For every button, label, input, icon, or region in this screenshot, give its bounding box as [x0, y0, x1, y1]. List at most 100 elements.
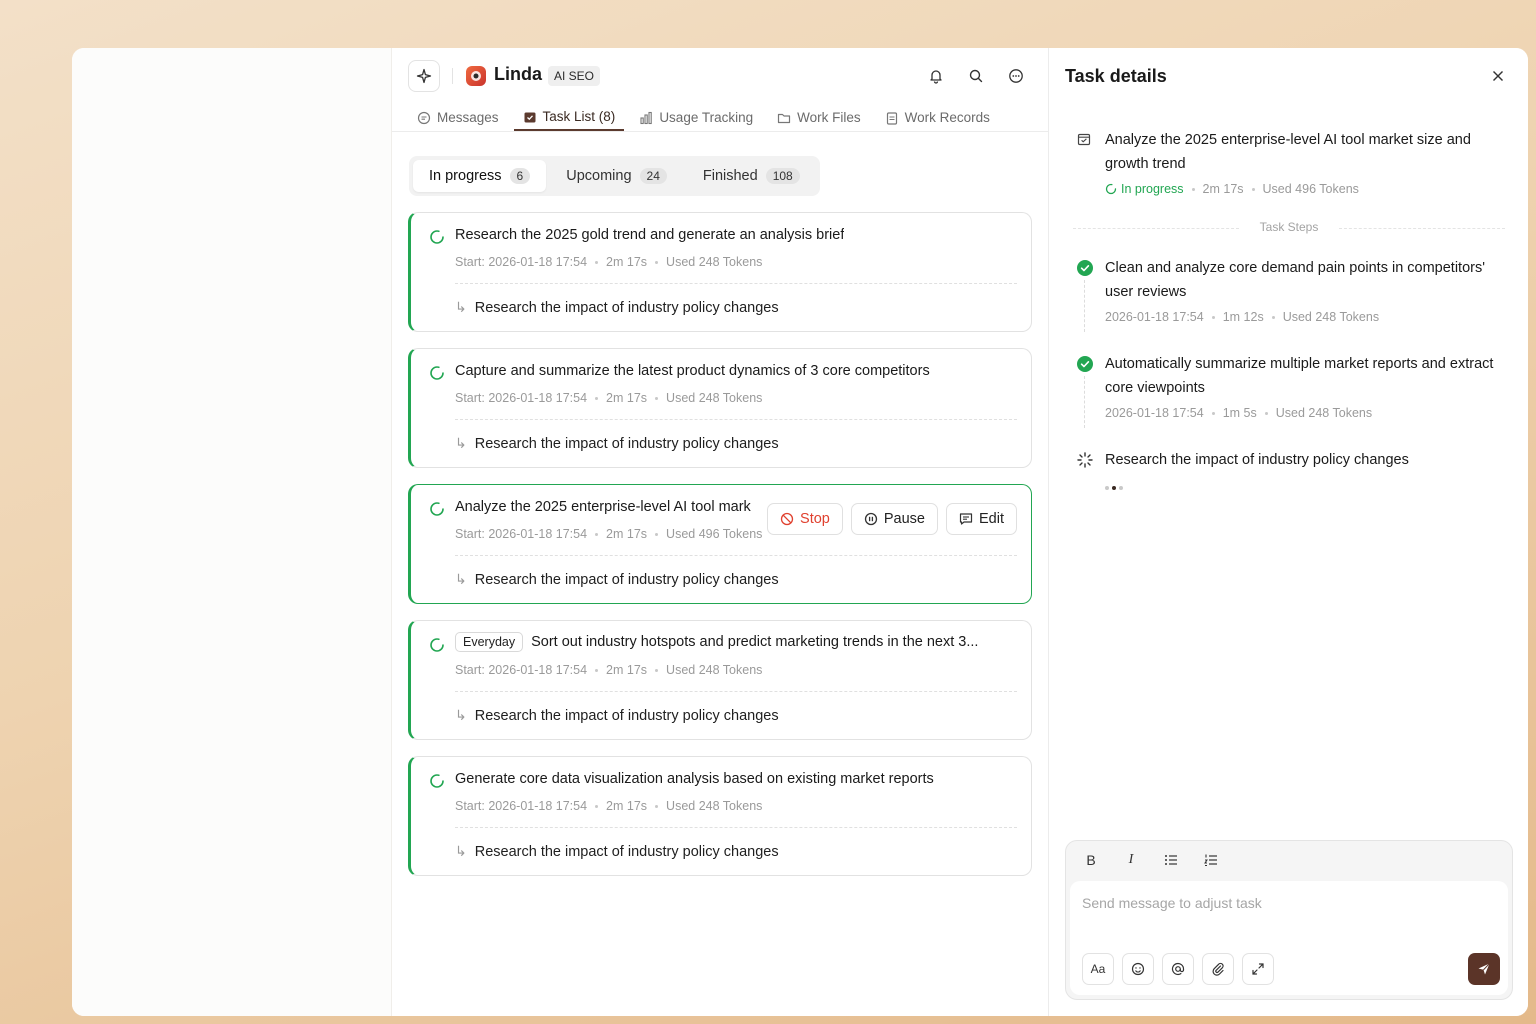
italic-button[interactable]: I — [1122, 851, 1140, 869]
edit-icon — [959, 513, 973, 525]
filter-in-progress[interactable]: In progress 6 — [413, 160, 547, 192]
task-substep-text: Research the impact of industry policy c… — [474, 571, 779, 588]
sparkle-button[interactable] — [408, 60, 440, 92]
meta-separator — [655, 804, 659, 808]
at-sign-icon — [1171, 962, 1185, 976]
app-window: Linda AI SEO Messages Task List (8) Usag… — [72, 48, 1528, 1016]
notification-button[interactable] — [926, 66, 946, 86]
meta-separator — [655, 532, 659, 536]
task-duration: 2m 17s — [606, 255, 648, 269]
filter-label: Upcoming — [566, 168, 632, 184]
steps-label: Task Steps — [1259, 220, 1319, 234]
loading-spinner-icon — [430, 230, 444, 244]
filter-label: Finished — [702, 168, 758, 184]
meta-separator — [1211, 411, 1215, 415]
subitem-arrow-icon: ↳ — [455, 843, 467, 859]
task-title-text: Sort out industry hotspots and predict m… — [531, 634, 979, 650]
stop-button[interactable]: Stop — [767, 503, 843, 535]
mention-button[interactable] — [1162, 953, 1194, 985]
tab-work-records-label: Work Records — [904, 110, 990, 125]
task-card[interactable]: Capture and summarize the latest product… — [408, 348, 1032, 468]
header-divider — [452, 68, 453, 84]
numbered-list-icon — [1204, 854, 1217, 866]
expand-button[interactable] — [1242, 953, 1274, 985]
tab-work-records[interactable]: Work Records — [876, 104, 999, 131]
tab-usage-tracking-label: Usage Tracking — [659, 110, 754, 125]
task-duration: 2m 17s — [606, 391, 648, 405]
recurrence-badge: Everyday — [455, 632, 524, 652]
task-tokens: Used 248 Tokens — [666, 799, 763, 813]
card-divider — [455, 827, 1017, 828]
step-meta: 2026-01-18 17:54 1m 12s Used 248 Tokens — [1105, 310, 1379, 324]
bullet-list-button[interactable] — [1162, 851, 1180, 869]
emoji-button[interactable] — [1122, 953, 1154, 985]
task-substep: ↳ Research the impact of industry policy … — [455, 299, 779, 316]
details-title: Task details — [1065, 66, 1167, 86]
status-filter: In progress 6 Upcoming 24 Finished 108 — [409, 156, 820, 196]
attach-button[interactable] — [1202, 953, 1234, 985]
filter-finished[interactable]: Finished 108 — [687, 160, 816, 192]
edit-label: Edit — [979, 511, 1004, 527]
task-card-selected[interactable]: Analyze the 2025 enterprise-level AI too… — [408, 484, 1032, 604]
tab-task-list[interactable]: Task List (8) — [513, 104, 625, 131]
pause-button[interactable]: Pause — [850, 503, 938, 535]
task-meta: Start: 2026-01-18 17:54 2m 17s Used 248 … — [455, 391, 762, 405]
step-duration: 1m 5s — [1222, 406, 1257, 420]
search-icon — [969, 69, 983, 83]
details-duration: 2m 17s — [1202, 182, 1244, 196]
calendar-check-icon — [524, 112, 536, 122]
chat-icon — [417, 111, 431, 124]
meta-separator — [1271, 315, 1275, 319]
task-substep-text: Research the impact of industry policy c… — [474, 299, 779, 316]
numbered-list-button[interactable] — [1202, 851, 1220, 869]
step-tokens: Used 248 Tokens — [1282, 310, 1380, 324]
task-card[interactable]: Generate core data visualization analysi… — [408, 756, 1032, 876]
expand-icon — [1252, 963, 1264, 975]
filter-label: In progress — [429, 168, 502, 184]
edit-button[interactable]: Edit — [946, 503, 1017, 535]
check-circle-icon — [1077, 356, 1093, 372]
filter-count: 24 — [639, 168, 667, 184]
close-button[interactable] — [1488, 66, 1508, 86]
task-substep-text: Research the impact of industry policy c… — [474, 435, 779, 452]
task-meta: Start: 2026-01-18 17:54 2m 17s Used 248 … — [455, 799, 762, 813]
tabs-divider — [392, 131, 1048, 132]
subitem-arrow-icon: ↳ — [455, 435, 467, 451]
task-meta: Start: 2026-01-18 17:54 2m 17s Used 496 … — [455, 527, 762, 541]
message-input[interactable]: Send message to adjust task Aa — [1070, 881, 1508, 995]
task-tokens: Used 248 Tokens — [666, 663, 763, 677]
task-title-text: Capture and summarize the latest product… — [455, 363, 930, 379]
step-title: Clean and analyze core demand pain point… — [1105, 260, 1485, 300]
task-details-panel: Task details Analyze the 2025 enterprise… — [1048, 48, 1528, 1016]
tab-messages[interactable]: Messages — [408, 104, 508, 131]
task-card[interactable]: Research the 2025 gold trend and generat… — [408, 212, 1032, 332]
search-button[interactable] — [966, 66, 986, 86]
meta-separator — [595, 532, 599, 536]
send-button[interactable] — [1468, 953, 1500, 985]
tab-work-files-label: Work Files — [797, 110, 861, 125]
filter-count: 6 — [509, 168, 531, 184]
more-button[interactable] — [1006, 66, 1026, 86]
task-title: Generate core data visualization analysi… — [455, 771, 1009, 787]
tab-usage-tracking[interactable]: Usage Tracking — [630, 104, 762, 131]
task-card[interactable]: Everyday Sort out industry hotspots and … — [408, 620, 1032, 740]
loading-spinner-icon — [430, 774, 444, 788]
folder-icon — [778, 113, 791, 123]
details-tokens: Used 496 Tokens — [1262, 182, 1359, 196]
task-title-text: Generate core data visualization analysi… — [455, 771, 934, 787]
status-text: In progress — [1121, 182, 1184, 196]
task-list-panel: Linda AI SEO Messages Task List (8) Usag… — [392, 48, 1048, 1016]
send-icon — [1478, 963, 1490, 975]
task-start: Start: 2026-01-18 17:54 — [455, 663, 588, 677]
filter-upcoming[interactable]: Upcoming 24 — [550, 160, 683, 192]
agent-avatar — [466, 66, 486, 86]
bold-button[interactable]: B — [1082, 851, 1100, 869]
tab-work-files[interactable]: Work Files — [768, 104, 870, 131]
task-start: Start: 2026-01-18 17:54 — [455, 527, 588, 541]
subitem-arrow-icon: ↳ — [455, 707, 467, 723]
typing-indicator — [1105, 486, 1123, 490]
font-format-button[interactable]: Aa — [1082, 953, 1114, 985]
close-icon — [1493, 71, 1503, 81]
step-meta: 2026-01-18 17:54 1m 5s Used 248 Tokens — [1105, 406, 1372, 420]
task-tokens: Used 496 Tokens — [666, 527, 763, 541]
